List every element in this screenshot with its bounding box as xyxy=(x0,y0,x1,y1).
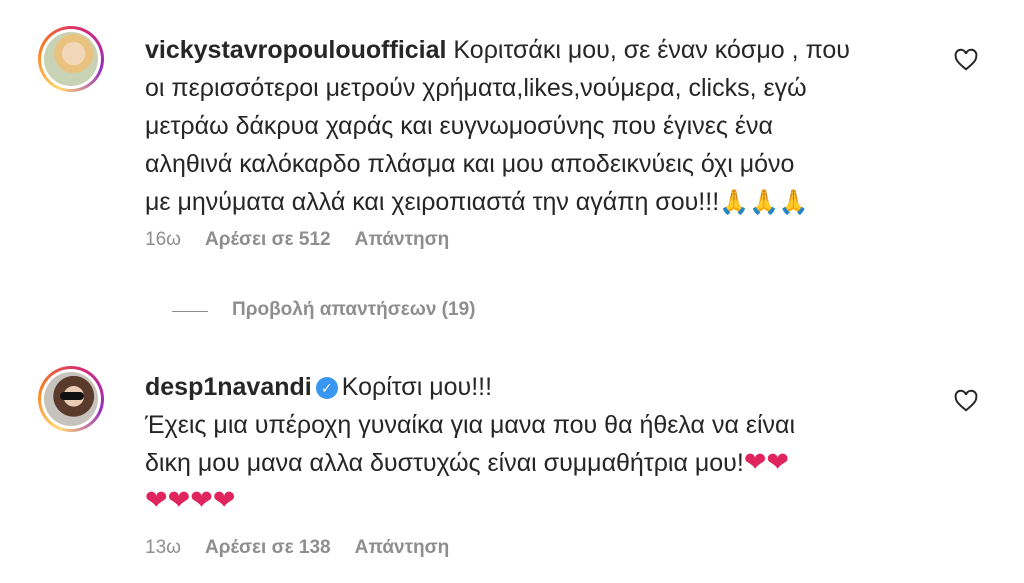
heart-outline-icon[interactable] xyxy=(953,388,979,414)
comment-line: μετράω δάκρυα χαράς και ευγνωμοσύνης που… xyxy=(145,112,773,140)
reply-button[interactable]: Απάντηση xyxy=(355,537,450,559)
heart-outline-icon[interactable] xyxy=(953,47,979,73)
replies-divider xyxy=(172,311,208,312)
avatar-image xyxy=(44,372,98,426)
likes-count-link[interactable]: Αρέσει σε 138 xyxy=(205,537,331,559)
username[interactable]: desp1navandi xyxy=(145,373,312,401)
username[interactable]: vickystavropoulouofficial xyxy=(145,36,446,64)
comment-line: οι περισσότεροι μετρούν χρήματα,likes,νο… xyxy=(145,74,807,102)
red-heart-emoji: ❤❤❤❤ xyxy=(145,485,236,516)
comment-line: Έχεις μια υπέροχη γυναίκα για μανα που θ… xyxy=(145,411,796,439)
avatar-image xyxy=(44,32,98,86)
avatar-desp[interactable] xyxy=(38,366,104,432)
comment-line: με μηνύματα αλλά και χειροπιαστά την αγά… xyxy=(145,188,720,216)
comment-time: 13ω xyxy=(145,537,181,558)
view-replies-label[interactable]: Προβολή απαντήσεων (19) xyxy=(232,299,475,321)
avatar-frame xyxy=(41,369,101,429)
comment-meta: 16ω Αρέσει σε 512 Απάντηση xyxy=(145,229,449,251)
red-heart-emoji: ❤❤ xyxy=(743,447,790,478)
reply-button[interactable]: Απάντηση xyxy=(355,229,450,251)
comment-text: vickystavropoulouofficial Κοριτσάκι μου,… xyxy=(145,31,945,221)
comment-line: δικη μου μανα αλλα δυστυχώς είναι συμμαθ… xyxy=(145,449,744,477)
avatar-vicky[interactable] xyxy=(38,26,104,92)
comment-line: αληθινά καλόκαρδο πλάσμα και μου αποδεικ… xyxy=(145,150,795,178)
comment-text: desp1navandi ✓ Κορίτσι μου!!! Έχεις μια υπ… xyxy=(145,368,945,520)
comment-line: Κορίτσι μου!!! xyxy=(341,373,493,401)
comment-line: Κοριτσάκι μου, σε έναν κόσμο , που xyxy=(453,36,850,64)
comment-time: 16ω xyxy=(145,229,181,250)
praying-hands-emoji: 🙏🙏🙏 xyxy=(719,188,809,216)
comment-meta: 13ω Αρέσει σε 138 Απάντηση xyxy=(145,537,449,559)
verified-badge-icon: ✓ xyxy=(315,377,338,399)
view-replies[interactable]: Προβολή απαντήσεων (19) xyxy=(0,297,1024,327)
avatar-frame xyxy=(41,29,101,89)
likes-count-link[interactable]: Αρέσει σε 512 xyxy=(205,229,331,251)
